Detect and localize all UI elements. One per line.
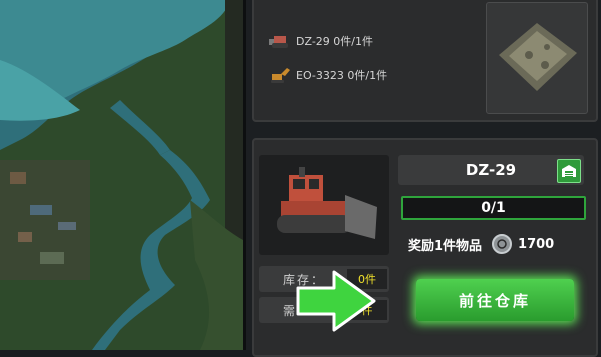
- warehouse-icon: [562, 165, 576, 177]
- progress-text: 0/1: [481, 200, 506, 216]
- go-to-warehouse-label: 前往仓库: [458, 291, 531, 310]
- requirement-item-dz29: DZ-29 0件/1件: [268, 32, 373, 50]
- reward-label: 奖励1件物品: [408, 238, 483, 254]
- collection-progress-bar: 0/1: [401, 196, 586, 220]
- hint-arrow-icon: [296, 270, 376, 332]
- reward-row: 奖励1件物品 1700: [408, 232, 588, 256]
- need-label: 需: [283, 303, 296, 318]
- excavator-icon: [271, 68, 290, 83]
- coin-icon: [492, 234, 513, 254]
- bulldozer-illustration: [277, 167, 377, 239]
- vehicle-name: DZ-29: [465, 161, 517, 179]
- bulldozer-icon: [269, 36, 288, 48]
- reward-amount: 1700: [518, 236, 555, 252]
- requirement-label: EO-3323 0件/1件: [296, 69, 388, 82]
- world-map[interactable]: [0, 0, 243, 350]
- warehouse-icon-button[interactable]: [557, 159, 581, 183]
- requirement-label: DZ-29 0件/1件: [296, 35, 373, 48]
- location-thumbnail: [486, 2, 588, 114]
- requirement-item-eo3323: EO-3323 0件/1件: [268, 66, 387, 84]
- panel-divider: [243, 0, 246, 350]
- go-to-warehouse-button[interactable]: 前往仓库: [416, 279, 574, 321]
- vehicle-preview: [259, 155, 389, 255]
